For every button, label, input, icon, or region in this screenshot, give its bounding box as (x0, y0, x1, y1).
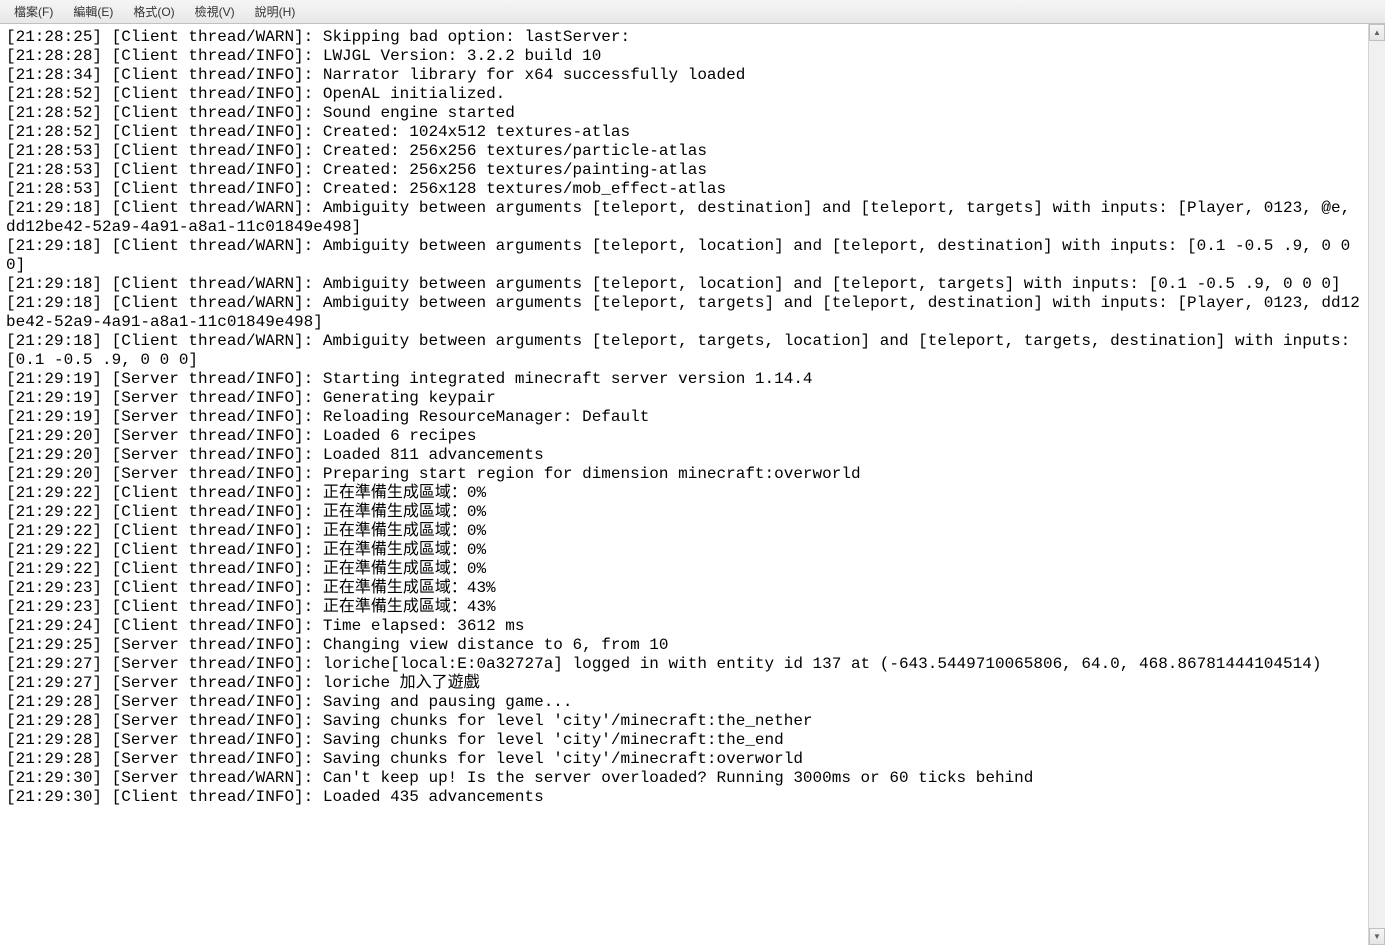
log-line: [21:29:20] [Server thread/INFO]: Loaded … (6, 446, 1362, 465)
menu-format[interactable]: 格式(O) (123, 0, 184, 23)
log-line: [21:28:52] [Client thread/INFO]: Sound e… (6, 104, 1362, 123)
log-line: [21:29:19] [Server thread/INFO]: Startin… (6, 370, 1362, 389)
log-line: [21:29:27] [Server thread/INFO]: loriche… (6, 655, 1362, 674)
scroll-up-button[interactable]: ▲ (1369, 24, 1385, 41)
menu-view[interactable]: 檢視(V) (185, 0, 245, 23)
log-line: [21:29:18] [Client thread/WARN]: Ambigui… (6, 237, 1362, 275)
log-text-area[interactable]: [21:28:25] [Client thread/WARN]: Skippin… (0, 24, 1368, 945)
log-line: [21:29:28] [Server thread/INFO]: Saving … (6, 731, 1362, 750)
scroll-down-button[interactable]: ▼ (1369, 928, 1385, 945)
chevron-up-icon: ▲ (1373, 28, 1381, 37)
menu-edit[interactable]: 編輯(E) (63, 0, 123, 23)
log-line: [21:28:52] [Client thread/INFO]: Created… (6, 123, 1362, 142)
log-line: [21:29:19] [Server thread/INFO]: Reloadi… (6, 408, 1362, 427)
menu-file[interactable]: 檔案(F) (4, 0, 63, 23)
log-line: [21:29:18] [Client thread/WARN]: Ambigui… (6, 199, 1362, 237)
log-line: [21:29:23] [Client thread/INFO]: 正在準備生成區… (6, 598, 1362, 617)
content-wrapper: [21:28:25] [Client thread/WARN]: Skippin… (0, 24, 1385, 945)
log-line: [21:29:30] [Client thread/INFO]: Loaded … (6, 788, 1362, 807)
log-line: [21:29:22] [Client thread/INFO]: 正在準備生成區… (6, 522, 1362, 541)
log-line: [21:28:53] [Client thread/INFO]: Created… (6, 142, 1362, 161)
log-line: [21:29:22] [Client thread/INFO]: 正在準備生成區… (6, 560, 1362, 579)
log-line: [21:29:18] [Client thread/WARN]: Ambigui… (6, 294, 1362, 332)
log-line: [21:29:22] [Client thread/INFO]: 正在準備生成區… (6, 503, 1362, 522)
log-line: [21:28:53] [Client thread/INFO]: Created… (6, 180, 1362, 199)
log-line: [21:28:25] [Client thread/WARN]: Skippin… (6, 28, 1362, 47)
vertical-scrollbar[interactable]: ▲ ▼ (1368, 24, 1385, 945)
log-line: [21:28:53] [Client thread/INFO]: Created… (6, 161, 1362, 180)
scroll-track[interactable] (1369, 41, 1385, 928)
menu-help[interactable]: 說明(H) (245, 0, 306, 23)
log-line: [21:29:23] [Client thread/INFO]: 正在準備生成區… (6, 579, 1362, 598)
log-line: [21:29:18] [Client thread/WARN]: Ambigui… (6, 332, 1362, 370)
log-line: [21:29:25] [Server thread/INFO]: Changin… (6, 636, 1362, 655)
log-line: [21:29:20] [Server thread/INFO]: Loaded … (6, 427, 1362, 446)
log-line: [21:29:22] [Client thread/INFO]: 正在準備生成區… (6, 541, 1362, 560)
log-line: [21:29:20] [Server thread/INFO]: Prepari… (6, 465, 1362, 484)
log-line: [21:29:28] [Server thread/INFO]: Saving … (6, 693, 1362, 712)
log-line: [21:29:30] [Server thread/WARN]: Can't k… (6, 769, 1362, 788)
log-line: [21:29:22] [Client thread/INFO]: 正在準備生成區… (6, 484, 1362, 503)
log-line: [21:29:28] [Server thread/INFO]: Saving … (6, 750, 1362, 769)
log-line: [21:29:24] [Client thread/INFO]: Time el… (6, 617, 1362, 636)
log-line: [21:29:19] [Server thread/INFO]: Generat… (6, 389, 1362, 408)
log-line: [21:28:34] [Client thread/INFO]: Narrato… (6, 66, 1362, 85)
menubar: 檔案(F) 編輯(E) 格式(O) 檢視(V) 說明(H) (0, 0, 1385, 24)
log-line: [21:29:27] [Server thread/INFO]: loriche… (6, 674, 1362, 693)
log-line: [21:28:28] [Client thread/INFO]: LWJGL V… (6, 47, 1362, 66)
log-line: [21:29:18] [Client thread/WARN]: Ambigui… (6, 275, 1362, 294)
log-line: [21:28:52] [Client thread/INFO]: OpenAL … (6, 85, 1362, 104)
chevron-down-icon: ▼ (1373, 932, 1381, 941)
log-line: [21:29:28] [Server thread/INFO]: Saving … (6, 712, 1362, 731)
